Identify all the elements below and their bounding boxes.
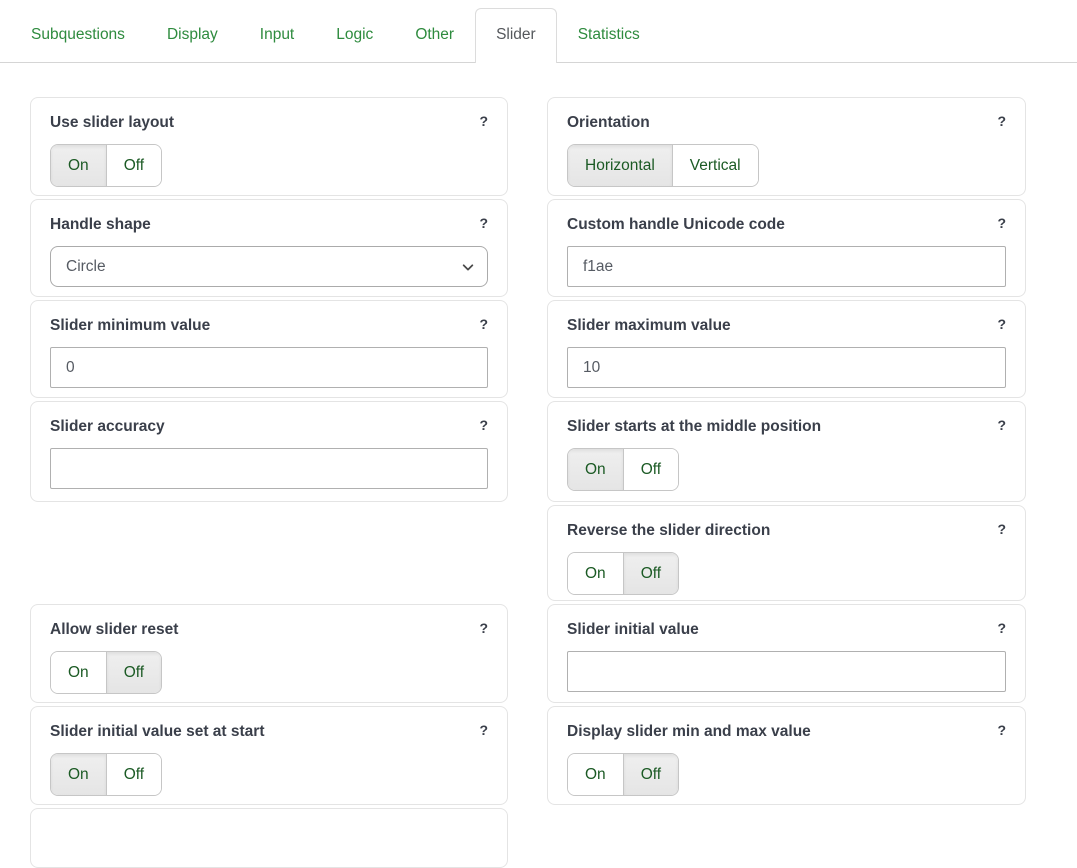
help-icon[interactable]: ? [479, 214, 488, 232]
tab-logic[interactable]: Logic [315, 8, 394, 62]
panel-allow-slider-reset: Allow slider reset? OnOff [30, 604, 508, 703]
slider-maximum-value-label: Slider maximum value [567, 315, 731, 336]
slider-starts-at-middle-position-option-off[interactable]: Off [624, 449, 678, 490]
help-icon[interactable]: ? [479, 721, 488, 739]
display-slider-min-and-max-value-option-on[interactable]: On [568, 754, 624, 795]
panel-next-setting-cut-off [30, 808, 508, 868]
slider-accuracy-input[interactable] [50, 448, 488, 489]
slider-starts-at-middle-position-toggle: OnOff [567, 448, 679, 491]
help-icon[interactable]: ? [997, 721, 1006, 739]
panel-display-slider-min-and-max-value: Display slider min and max value? OnOff [547, 706, 1026, 805]
panel-use-slider-layout: Use slider layout? OnOff [30, 97, 508, 196]
panel-orientation: Orientation? HorizontalVertical [547, 97, 1026, 196]
allow-slider-reset-toggle: OnOff [50, 651, 162, 694]
orientation-option-vertical[interactable]: Vertical [673, 145, 758, 186]
custom-handle-unicode-code-label: Custom handle Unicode code [567, 214, 785, 235]
allow-slider-reset-label: Allow slider reset [50, 619, 178, 640]
panel-custom-handle-unicode-code: Custom handle Unicode code? [547, 199, 1026, 297]
panel-slider-minimum-value: Slider minimum value? [30, 300, 508, 398]
panel-slider-initial-value: Slider initial value? [547, 604, 1026, 703]
allow-slider-reset-option-off[interactable]: Off [107, 652, 161, 693]
slider-initial-value-set-at-start-toggle: OnOff [50, 753, 162, 796]
use-slider-layout-option-on[interactable]: On [51, 145, 107, 186]
handle-shape-select[interactable]: Circle [50, 246, 488, 287]
panel-slider-starts-at-middle-position: Slider starts at the middle position? OnO… [547, 401, 1026, 502]
slider-minimum-value-input[interactable] [50, 347, 488, 388]
tab-input[interactable]: Input [239, 8, 315, 62]
use-slider-layout-option-off[interactable]: Off [107, 145, 161, 186]
slider-maximum-value-input[interactable] [567, 347, 1006, 388]
help-icon[interactable]: ? [997, 112, 1006, 130]
slider-initial-value-input[interactable] [567, 651, 1006, 692]
custom-handle-unicode-code-input[interactable] [567, 246, 1006, 287]
reverse-slider-direction-option-on[interactable]: On [568, 553, 624, 594]
tab-display[interactable]: Display [146, 8, 239, 62]
use-slider-layout-label: Use slider layout [50, 112, 174, 133]
help-icon[interactable]: ? [479, 315, 488, 333]
slider-starts-at-middle-position-label: Slider starts at the middle position [567, 416, 821, 437]
settings-grid: Use slider layout?OnOffOrientation?Horiz… [30, 97, 1077, 868]
slider-initial-value-label: Slider initial value [567, 619, 699, 640]
orientation-option-horizontal[interactable]: Horizontal [568, 145, 673, 186]
tab-other[interactable]: Other [394, 8, 475, 62]
reverse-slider-direction-toggle: OnOff [567, 552, 679, 595]
tab-subquestions[interactable]: Subquestions [10, 8, 146, 62]
handle-shape-label: Handle shape [50, 214, 151, 235]
tab-statistics[interactable]: Statistics [557, 8, 661, 62]
panel-slider-maximum-value: Slider maximum value? [547, 300, 1026, 398]
reverse-slider-direction-label: Reverse the slider direction [567, 520, 770, 541]
help-icon[interactable]: ? [997, 619, 1006, 637]
tab-bar: SubquestionsDisplayInputLogicOtherSlider… [0, 0, 1077, 63]
allow-slider-reset-option-on[interactable]: On [51, 652, 107, 693]
help-icon[interactable]: ? [479, 112, 488, 130]
help-icon[interactable]: ? [997, 520, 1006, 538]
display-slider-min-and-max-value-label: Display slider min and max value [567, 721, 811, 742]
slider-initial-value-set-at-start-label: Slider initial value set at start [50, 721, 265, 742]
panel-reverse-slider-direction: Reverse the slider direction? OnOff [547, 505, 1026, 601]
slider-initial-value-set-at-start-option-on[interactable]: On [51, 754, 107, 795]
panel-slider-initial-value-set-at-start: Slider initial value set at start? OnOff [30, 706, 508, 805]
panel-handle-shape: Handle shape? Circle [30, 199, 508, 297]
use-slider-layout-toggle: OnOff [50, 144, 162, 187]
display-slider-min-and-max-value-option-off[interactable]: Off [624, 754, 678, 795]
slider-minimum-value-label: Slider minimum value [50, 315, 210, 336]
orientation-label: Orientation [567, 112, 650, 133]
slider-starts-at-middle-position-option-on[interactable]: On [568, 449, 624, 490]
help-icon[interactable]: ? [997, 214, 1006, 232]
help-icon[interactable]: ? [479, 416, 488, 434]
tab-slider[interactable]: Slider [475, 8, 557, 63]
slider-accuracy-label: Slider accuracy [50, 416, 165, 437]
help-icon[interactable]: ? [997, 315, 1006, 333]
display-slider-min-and-max-value-toggle: OnOff [567, 753, 679, 796]
panel-slider-accuracy: Slider accuracy? [30, 401, 508, 502]
help-icon[interactable]: ? [997, 416, 1006, 434]
help-icon[interactable]: ? [479, 619, 488, 637]
slider-initial-value-set-at-start-option-off[interactable]: Off [107, 754, 161, 795]
orientation-toggle: HorizontalVertical [567, 144, 759, 187]
handle-shape-select-wrap: Circle [50, 246, 488, 287]
reverse-slider-direction-option-off[interactable]: Off [624, 553, 678, 594]
